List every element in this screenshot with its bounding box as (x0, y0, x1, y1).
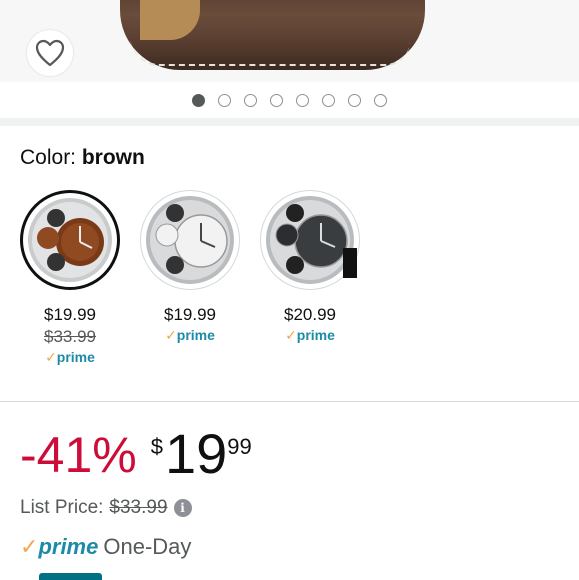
section-divider (0, 118, 579, 126)
swatch-thumbnail[interactable] (260, 190, 360, 290)
deal-price: -41% $ 19 99 (20, 426, 252, 482)
carousel-dot[interactable] (218, 93, 231, 107)
color-swatch-silver[interactable]: $19.99 ✓prime (140, 190, 240, 344)
color-variation-label: Color: brown (20, 146, 145, 170)
swatch-thumbnail[interactable] (140, 190, 240, 290)
carousel-dot[interactable] (374, 93, 387, 107)
add-to-cart-button-edge[interactable] (39, 573, 102, 580)
color-label-text: Color: (20, 146, 82, 169)
list-price-value: $33.99 (109, 497, 168, 518)
watch-silver-face-image (146, 196, 234, 284)
info-icon[interactable]: i (173, 499, 192, 517)
prime-delivery: ✓ prime One-Day (20, 534, 191, 560)
swatch-price: $19.99 (44, 305, 96, 324)
prime-check-icon: ✓ (285, 327, 297, 343)
list-price: List Price: $33.99 i (20, 497, 192, 519)
prime-text: prime (296, 327, 335, 343)
prime-text: prime (176, 327, 215, 343)
color-swatch-brown[interactable]: $19.99 $33.99 ✓prime (20, 190, 120, 366)
carousel-dot[interactable] (244, 93, 257, 107)
price-currency: $ (150, 434, 163, 459)
favorite-button[interactable] (27, 30, 73, 76)
prime-text: prime (56, 349, 95, 365)
strap-stitching (130, 36, 410, 66)
color-swatch-black[interactable]: $20.99 ✓prime (260, 190, 360, 344)
prime-logo: ✓ prime (20, 534, 98, 560)
swatch-price: $20.99 (284, 305, 336, 324)
prime-check-icon: ✓ (45, 349, 57, 365)
carousel-dot[interactable] (322, 93, 335, 107)
swatch-list-price: $33.99 (44, 327, 96, 346)
swatch-thumbnail[interactable] (20, 190, 120, 290)
carousel-dot[interactable] (192, 93, 205, 107)
color-selected-value: brown (81, 146, 145, 169)
prime-wordmark: prime (38, 534, 99, 559)
price-divider (0, 401, 579, 402)
prime-check-icon: ✓ (165, 327, 177, 343)
swatch-prime-badge: ✓prime (260, 327, 360, 344)
swatch-price: $19.99 (164, 305, 216, 324)
carousel-dot[interactable] (296, 93, 309, 107)
carousel-indicator (0, 82, 579, 118)
swatch-prime-badge: ✓prime (20, 349, 120, 366)
prime-check-icon: ✓ (20, 534, 39, 559)
carousel-dot[interactable] (348, 93, 361, 107)
watch-brown-face-image (28, 198, 112, 282)
list-price-label: List Price: (20, 497, 104, 518)
delivery-speed: One-Day (103, 534, 192, 559)
swatch-prime-badge: ✓prime (140, 327, 240, 344)
product-image[interactable] (0, 0, 579, 82)
carousel-dot[interactable] (270, 93, 283, 107)
discount-percentage: -41% (20, 427, 137, 483)
watch-black-face-image (266, 196, 357, 284)
price-fraction: 99 (227, 434, 252, 459)
price-whole: 19 (164, 422, 228, 485)
heart-icon (35, 39, 65, 67)
